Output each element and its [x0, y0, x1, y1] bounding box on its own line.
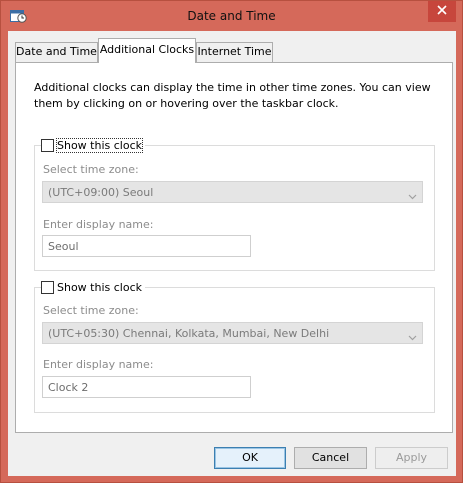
clock-2-time-zone-label: Select time zone:: [43, 304, 139, 317]
ok-button[interactable]: OK: [214, 447, 286, 469]
clock-1-time-zone-label: Select time zone:: [43, 163, 139, 176]
tab-additional-clocks[interactable]: Additional Clocks: [98, 38, 196, 63]
clock-1-display-name-value: Seoul: [48, 240, 79, 253]
tab-date-and-time[interactable]: Date and Time: [15, 42, 98, 62]
show-clock-2-checkbox[interactable]: [41, 281, 54, 294]
clock-2-time-zone-value: (UTC+05:30) Chennai, Kolkata, Mumbai, Ne…: [48, 327, 330, 340]
intro-text: Additional clocks can display the time i…: [34, 81, 431, 110]
clock-1-time-zone-value: (UTC+09:00) Seoul: [48, 186, 154, 199]
close-button[interactable]: [428, 1, 456, 22]
chevron-down-icon: [408, 331, 417, 344]
dialog-client-area: Date and Time Additional Clocks Internet…: [8, 31, 456, 476]
clock-2-group: Show this clock Select time zone: (UTC+0…: [34, 280, 435, 413]
clock-1-group: Show this clock Select time zone: (UTC+0…: [34, 138, 435, 271]
tab-strip: Date and Time Additional Clocks Internet…: [15, 38, 455, 63]
show-clock-1-label[interactable]: Show this clock: [56, 138, 143, 153]
clock-2-header: Show this clock: [41, 280, 145, 295]
window-title: Date and Time: [187, 9, 276, 23]
date-time-window: Date and Time Date and Time Additional C…: [0, 0, 463, 483]
clock-2-display-name-field[interactable]: Clock 2: [42, 376, 251, 398]
chevron-down-icon: [408, 190, 417, 203]
show-clock-1-checkbox[interactable]: [41, 139, 54, 152]
clock-2-time-zone-select[interactable]: (UTC+05:30) Chennai, Kolkata, Mumbai, Ne…: [42, 322, 423, 344]
apply-button[interactable]: Apply: [375, 447, 448, 469]
clock-2-display-name-label: Enter display name:: [43, 358, 154, 371]
clock-1-display-name-label: Enter display name:: [43, 218, 154, 231]
title-bar[interactable]: Date and Time: [1, 1, 462, 31]
clock-2-display-name-value: Clock 2: [48, 381, 89, 394]
close-icon: [437, 5, 447, 18]
clock-1-display-name-field[interactable]: Seoul: [42, 235, 251, 257]
cancel-button[interactable]: Cancel: [294, 447, 367, 469]
tab-internet-time[interactable]: Internet Time: [196, 42, 273, 62]
show-clock-2-label[interactable]: Show this clock: [57, 281, 142, 294]
clock-1-header: Show this clock: [41, 138, 145, 153]
additional-clocks-panel: Additional clocks can display the time i…: [15, 62, 453, 433]
clock-1-time-zone-select[interactable]: (UTC+09:00) Seoul: [42, 181, 423, 203]
